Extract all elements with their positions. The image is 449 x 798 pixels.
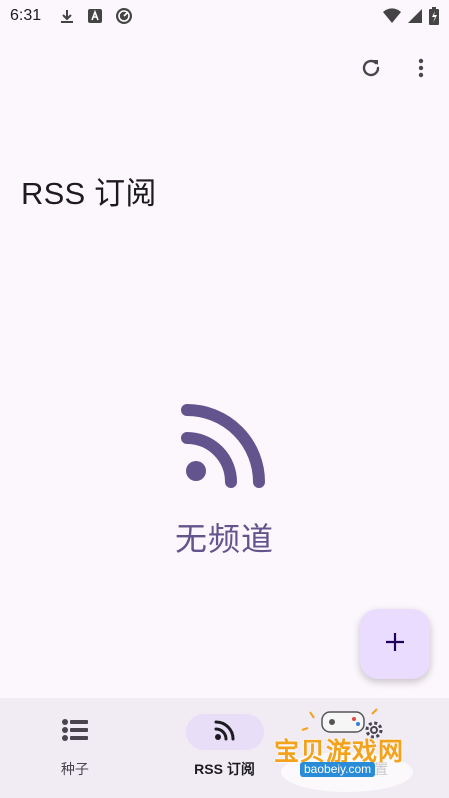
nav-label-torrents: 种子 xyxy=(60,761,89,777)
status-left: 6:31 xyxy=(10,7,133,25)
plus-icon xyxy=(384,631,406,658)
nav-pill-active xyxy=(185,714,264,750)
cell-signal-icon xyxy=(407,8,423,24)
status-right xyxy=(383,7,439,25)
watermark-url: baobeiy.com xyxy=(300,762,376,777)
nav-item-torrents[interactable]: 种子 xyxy=(0,698,150,798)
refresh-icon xyxy=(359,56,383,85)
wifi-icon xyxy=(383,8,401,24)
add-feed-button[interactable] xyxy=(360,609,430,679)
empty-state: 无频道 xyxy=(0,400,449,560)
page-title: RSS 订阅 xyxy=(21,176,157,211)
more-vert-icon xyxy=(409,56,433,85)
status-bar: 6:31 xyxy=(0,0,449,32)
refresh-button[interactable] xyxy=(349,48,393,92)
watermark: 宝贝游戏网 baobeiy.com xyxy=(272,708,422,794)
download-icon xyxy=(59,8,75,24)
nav-pill xyxy=(36,714,114,750)
rss-feed-icon xyxy=(180,400,269,488)
rss-icon xyxy=(214,719,236,746)
battery-icon xyxy=(429,7,439,25)
status-time: 6:31 xyxy=(10,7,42,24)
nav-label-rss: RSS 订阅 xyxy=(194,761,255,777)
empty-state-text: 无频道 xyxy=(174,521,274,557)
font-a-icon xyxy=(87,8,103,24)
list-icon xyxy=(61,718,88,746)
speed-dial-icon xyxy=(115,7,133,25)
more-options-button[interactable] xyxy=(399,48,443,92)
top-app-bar xyxy=(349,48,449,92)
